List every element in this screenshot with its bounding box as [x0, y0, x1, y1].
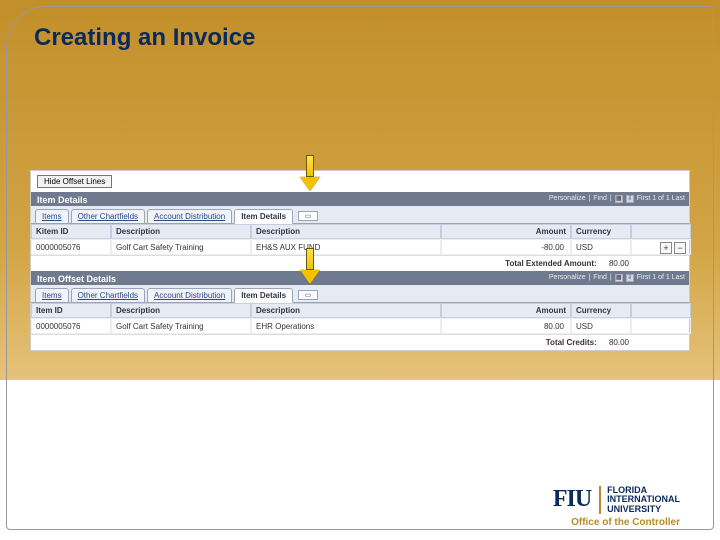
- cell-item-id-2: 0000005076: [31, 318, 111, 334]
- col-amount-2: Amount: [441, 303, 571, 318]
- col-description-1: Description: [111, 224, 251, 239]
- col-item-id-2: Item ID: [31, 303, 111, 318]
- cell-description-1b: Golf Cart Safety Training: [111, 318, 251, 334]
- tab-other-chartfields[interactable]: Other Chartfields: [71, 209, 145, 223]
- personalize-link[interactable]: Personalize: [549, 193, 586, 205]
- hide-offset-lines-button[interactable]: Hide Offset Lines: [37, 175, 112, 188]
- total-credits-label: Total Credits:: [546, 338, 597, 347]
- cell-amount-2: 80.00: [441, 318, 571, 334]
- callout-arrow-2: [300, 248, 320, 288]
- col-item-id: Kitem ID: [31, 224, 111, 239]
- item-details-total: Total Extended Amount: 80.00: [31, 255, 689, 271]
- grid-nav-2[interactable]: First 1 of 1 Last: [637, 272, 685, 284]
- item-offset-columns: Item ID Description Description Amount C…: [31, 303, 689, 318]
- grid-nav[interactable]: First 1 of 1 Last: [637, 193, 685, 205]
- item-details-header: Item Details Personalize | Find | ▦ ⇩ Fi…: [31, 192, 689, 206]
- item-details-title: Item Details: [37, 195, 88, 205]
- footer-subtitle: Office of the Controller: [571, 517, 680, 528]
- tab-other-chartfields-2[interactable]: Other Chartfields: [71, 288, 145, 302]
- delete-row-icon[interactable]: −: [674, 242, 686, 254]
- col-description-2: Description: [251, 224, 441, 239]
- fiu-logo-mark: FIU: [553, 486, 591, 513]
- add-row-icon[interactable]: +: [660, 242, 672, 254]
- item-offset-controls: Personalize | Find | ▦ ⇩ First 1 of 1 La…: [549, 271, 685, 285]
- expand-all-tabs-icon[interactable]: ▭: [298, 211, 318, 221]
- table-row: 0000005076 Golf Cart Safety Training EH&…: [31, 239, 689, 255]
- invoice-panel: Hide Offset Lines Item Details Personali…: [30, 170, 690, 351]
- cell-currency-2: USD: [571, 318, 631, 334]
- fiu-logo-text: FLORIDA INTERNATIONAL UNIVERSITY: [599, 486, 680, 514]
- item-details-controls: Personalize | Find | ▦ ⇩ First 1 of 1 La…: [549, 192, 685, 206]
- table-row: 0000005076 Golf Cart Safety Training EHR…: [31, 318, 689, 334]
- view-all-icon[interactable]: ▦: [615, 195, 623, 203]
- callout-arrow-1: [300, 155, 320, 195]
- cell-description-1: Golf Cart Safety Training: [111, 239, 251, 255]
- cell-description-2b: EHR Operations: [251, 318, 441, 334]
- item-details-tabs: Items Other Chartfields Account Distribu…: [31, 206, 689, 224]
- total-extended-value: 80.00: [609, 259, 629, 268]
- tab-item-details[interactable]: Item Details: [234, 209, 293, 224]
- item-offset-details-title: Item Offset Details: [37, 274, 116, 284]
- tab-account-distribution[interactable]: Account Distribution: [147, 209, 232, 223]
- item-details-columns: Kitem ID Description Description Amount …: [31, 224, 689, 239]
- total-extended-label: Total Extended Amount:: [505, 259, 597, 268]
- view-all-icon-2[interactable]: ▦: [615, 274, 623, 282]
- total-credits-value: 80.00: [609, 338, 629, 347]
- personalize-link-2[interactable]: Personalize: [549, 272, 586, 284]
- item-offset-details-header: Item Offset Details Personalize | Find |…: [31, 271, 689, 285]
- expand-all-tabs-icon-2[interactable]: ▭: [298, 290, 318, 300]
- tab-items-2[interactable]: Items: [35, 288, 69, 302]
- cell-description-2: EH&S AUX FUND: [251, 239, 441, 255]
- tab-item-details-2[interactable]: Item Details: [234, 288, 293, 303]
- col-currency: Currency: [571, 224, 631, 239]
- tab-account-distribution-2[interactable]: Account Distribution: [147, 288, 232, 302]
- find-link[interactable]: Find: [593, 193, 607, 205]
- slide-title: Creating an Invoice: [34, 24, 255, 52]
- item-offset-total: Total Credits: 80.00: [31, 334, 689, 350]
- col-currency-2: Currency: [571, 303, 631, 318]
- col-description-2b: Description: [251, 303, 441, 318]
- col-amount: Amount: [441, 224, 571, 239]
- find-link-2[interactable]: Find: [593, 272, 607, 284]
- tab-items[interactable]: Items: [35, 209, 69, 223]
- item-offset-tabs: Items Other Chartfields Account Distribu…: [31, 285, 689, 303]
- download-icon-2[interactable]: ⇩: [626, 274, 634, 282]
- cell-item-id: 0000005076: [31, 239, 111, 255]
- col-description-1b: Description: [111, 303, 251, 318]
- cell-amount: -80.00: [441, 239, 571, 255]
- download-icon[interactable]: ⇩: [626, 195, 634, 203]
- fiu-logo: FIU FLORIDA INTERNATIONAL UNIVERSITY: [553, 486, 680, 514]
- cell-currency: USD: [571, 239, 631, 255]
